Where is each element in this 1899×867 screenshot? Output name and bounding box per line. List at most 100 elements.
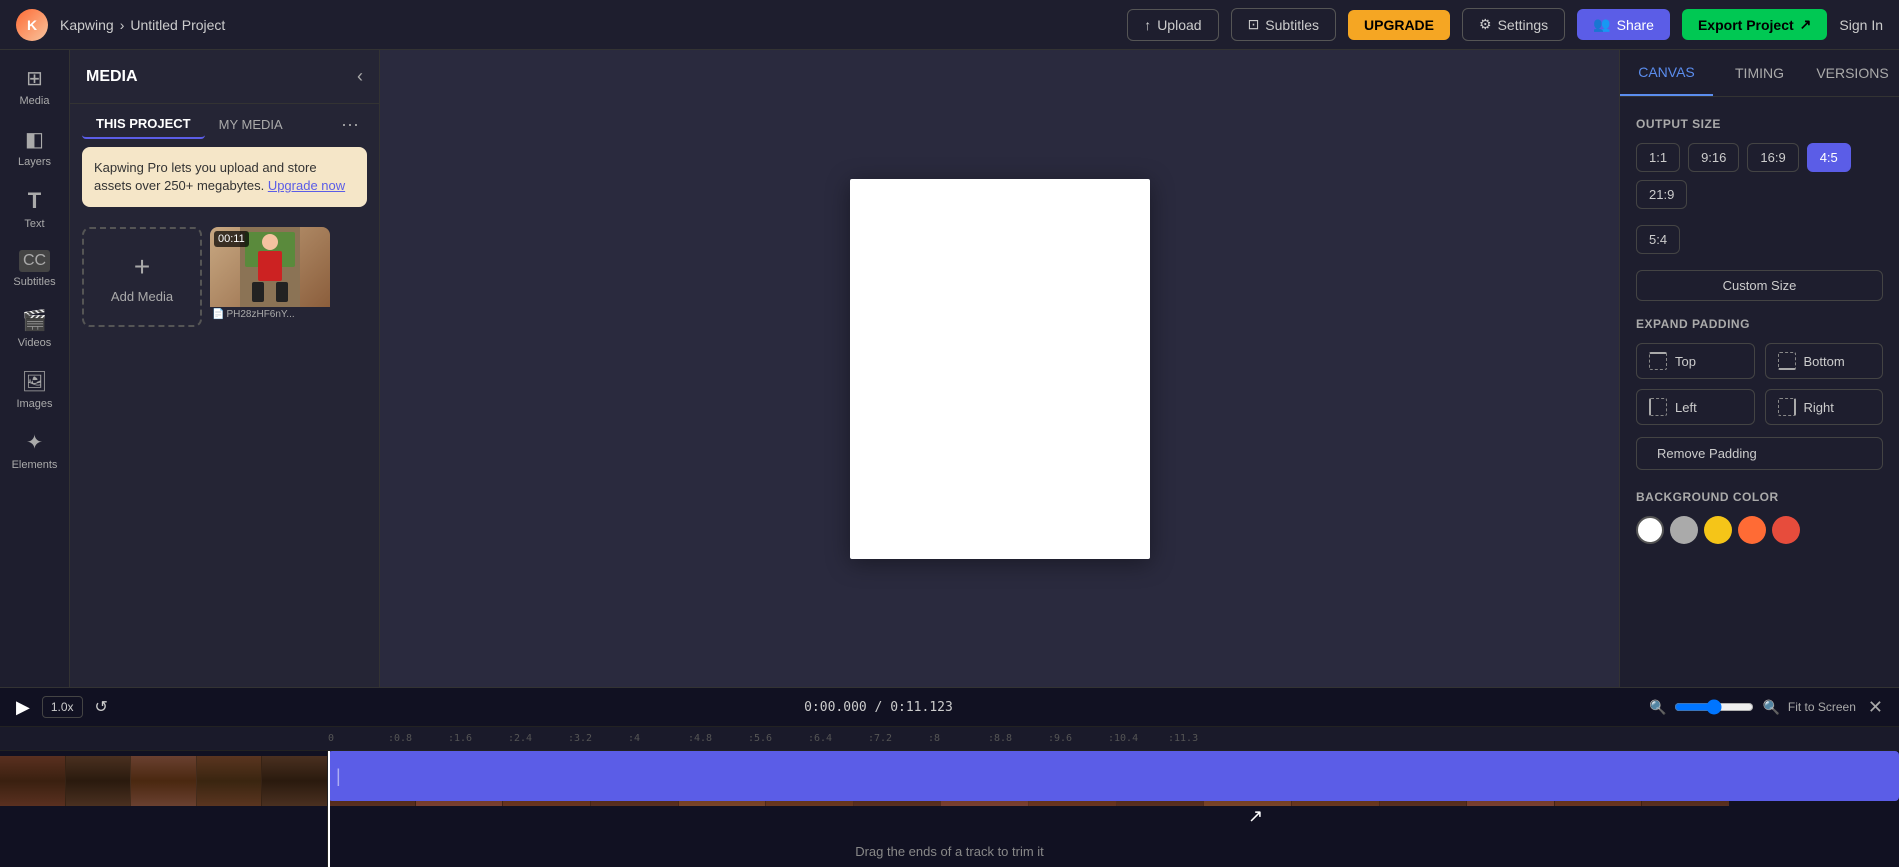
bg-color-label: BACKGROUND COLOR — [1636, 490, 1883, 504]
zoom-slider[interactable] — [1674, 699, 1754, 715]
color-swatch-yellow[interactable] — [1704, 516, 1732, 544]
size-btn-4-5[interactable]: 4:5 — [1807, 143, 1851, 172]
main-area: ⊞ Media ◧ Layers T Text CC Subtitles 🎬 V… — [0, 50, 1899, 687]
export-button[interactable]: Export Project ↗ — [1682, 9, 1827, 40]
sidebar-item-label: Elements — [12, 459, 58, 471]
size-options: 1:1 9:16 16:9 4:5 21:9 — [1636, 143, 1883, 209]
pad-right-icon — [1778, 398, 1796, 416]
pad-top-icon — [1649, 352, 1667, 370]
add-media-button[interactable]: + Add Media — [82, 227, 202, 327]
thumbnail-svg — [240, 227, 300, 307]
upload-button[interactable]: ↑ Upload — [1127, 9, 1218, 41]
padding-left-label: Left — [1675, 400, 1697, 415]
upgrade-button[interactable]: UPGRADE — [1348, 10, 1450, 40]
expand-padding-label: EXPAND PADDING — [1636, 317, 1883, 331]
color-swatch-red[interactable] — [1772, 516, 1800, 544]
zoom-out-icon[interactable]: 🔍 — [1649, 699, 1666, 716]
media-more-button[interactable]: ··· — [333, 114, 367, 135]
sidebar-item-text[interactable]: T Text — [3, 180, 67, 238]
padding-top-button[interactable]: Top — [1636, 343, 1755, 379]
tab-this-project[interactable]: THIS PROJECT — [82, 110, 205, 139]
timeline: ▶ 1.0x ↺ 0:00.000 / 0:11.123 🔍 🔍 Fit to … — [0, 687, 1899, 867]
padding-bottom-label: Bottom — [1804, 354, 1845, 369]
subtitles-icon: CC — [19, 250, 50, 272]
ruler-mark-12: :9.6 — [1048, 733, 1108, 744]
padding-right-button[interactable]: Right — [1765, 389, 1884, 425]
track-labels — [0, 751, 328, 867]
sidebar-item-label: Subtitles — [13, 276, 55, 288]
timeline-track-bar[interactable]: | — [328, 751, 1899, 801]
ruler-mark-5: :4 — [628, 733, 688, 744]
tab-timing[interactable]: TIMING — [1713, 50, 1806, 96]
undo-button[interactable]: ↺ — [95, 697, 108, 717]
share-button[interactable]: 👥 Share — [1577, 9, 1670, 40]
padding-section: EXPAND PADDING Top Bottom Left — [1636, 317, 1883, 470]
color-swatch-white[interactable] — [1636, 516, 1664, 544]
pad-bottom-icon — [1778, 352, 1796, 370]
ruler-mark-14: :11.3 — [1168, 733, 1228, 744]
ruler-mark-13: :10.4 — [1108, 733, 1168, 744]
padding-right-label: Right — [1804, 400, 1834, 415]
zoom-in-icon[interactable]: 🔍 — [1762, 699, 1779, 716]
brand-link[interactable]: Kapwing — [60, 17, 114, 33]
remove-padding-button[interactable]: Remove Padding — [1636, 437, 1883, 470]
upgrade-link[interactable]: Upgrade now — [268, 178, 345, 193]
color-swatch-gray[interactable] — [1670, 516, 1698, 544]
tab-my-media[interactable]: MY MEDIA — [205, 111, 297, 138]
sidebar-item-subtitles[interactable]: CC Subtitles — [3, 242, 67, 296]
sidebar-item-label: Media — [20, 95, 50, 107]
add-media-label: Add Media — [111, 289, 173, 304]
videos-icon: 🎬 — [22, 308, 47, 333]
layers-icon: ◧ — [25, 127, 44, 152]
sidebar-item-layers[interactable]: ◧ Layers — [3, 119, 67, 176]
subtitles-button[interactable]: ⊡ Subtitles — [1231, 8, 1336, 41]
sidebar-item-label: Videos — [18, 337, 51, 349]
size-row2: 5:4 — [1636, 225, 1883, 254]
size-btn-5-4[interactable]: 5:4 — [1636, 225, 1680, 254]
padding-grid: Top Bottom Left Right — [1636, 343, 1883, 425]
close-timeline-button[interactable]: ✕ — [1868, 697, 1883, 718]
breadcrumb-sep: › — [120, 17, 125, 33]
ruler-mark-11: :8.8 — [988, 733, 1048, 744]
custom-size-button[interactable]: Custom Size — [1636, 270, 1883, 301]
speed-button[interactable]: 1.0x — [42, 696, 83, 718]
size-btn-21-9[interactable]: 21:9 — [1636, 180, 1687, 209]
play-button[interactable]: ▶ — [16, 697, 30, 718]
sidebar-item-elements[interactable]: ✦ Elements — [3, 422, 67, 479]
promo-banner: Kapwing Pro lets you upload and store as… — [82, 147, 367, 207]
size-btn-1-1[interactable]: 1:1 — [1636, 143, 1680, 172]
size-btn-16-9[interactable]: 16:9 — [1747, 143, 1798, 172]
color-swatches — [1636, 516, 1883, 544]
padding-bottom-button[interactable]: Bottom — [1765, 343, 1884, 379]
track-cursor-line: | — [336, 766, 341, 787]
fit-to-screen-button[interactable]: Fit to Screen — [1788, 700, 1856, 714]
track-area: | ↗ — [328, 751, 1899, 867]
text-icon: T — [28, 188, 41, 214]
media-thumbnail[interactable]: 00:11 📄 PH28zHF6nY... — [210, 227, 330, 327]
project-name: Untitled Project — [130, 17, 225, 33]
settings-button[interactable]: ⚙ Settings — [1462, 8, 1565, 41]
ruler-mark-4: :3.2 — [568, 733, 628, 744]
signin-button[interactable]: Sign In — [1839, 17, 1883, 33]
app-logo[interactable]: K — [16, 9, 48, 41]
tab-versions[interactable]: VERSIONS — [1806, 50, 1899, 96]
thumb-name: 📄 PH28zHF6nY... — [210, 307, 330, 322]
sidebar-item-images[interactable]: 🖼 Images — [3, 361, 67, 418]
timeline-playhead[interactable] — [328, 751, 330, 867]
zoom-controls: 🔍 🔍 Fit to Screen — [1649, 699, 1856, 716]
sidebar-item-label: Text — [24, 218, 44, 230]
sidebar-item-label: Layers — [18, 156, 51, 168]
sidebar-item-media[interactable]: ⊞ Media — [3, 58, 67, 115]
padding-left-button[interactable]: Left — [1636, 389, 1755, 425]
ruler-mark-6: :4.8 — [688, 733, 748, 744]
right-panel: CANVAS TIMING VERSIONS OUTPUT SIZE 1:1 9… — [1619, 50, 1899, 687]
media-panel-title: MEDIA — [86, 68, 357, 86]
pad-left-icon — [1649, 398, 1667, 416]
tab-canvas[interactable]: CANVAS — [1620, 50, 1713, 96]
color-swatch-orange[interactable] — [1738, 516, 1766, 544]
breadcrumb: Kapwing › Untitled Project — [60, 17, 225, 33]
collapse-panel-button[interactable]: ‹ — [357, 66, 363, 87]
sidebar-item-videos[interactable]: 🎬 Videos — [3, 300, 67, 357]
size-btn-9-16[interactable]: 9:16 — [1688, 143, 1739, 172]
timeline-controls: ▶ 1.0x ↺ 0:00.000 / 0:11.123 🔍 🔍 Fit to … — [0, 688, 1899, 727]
